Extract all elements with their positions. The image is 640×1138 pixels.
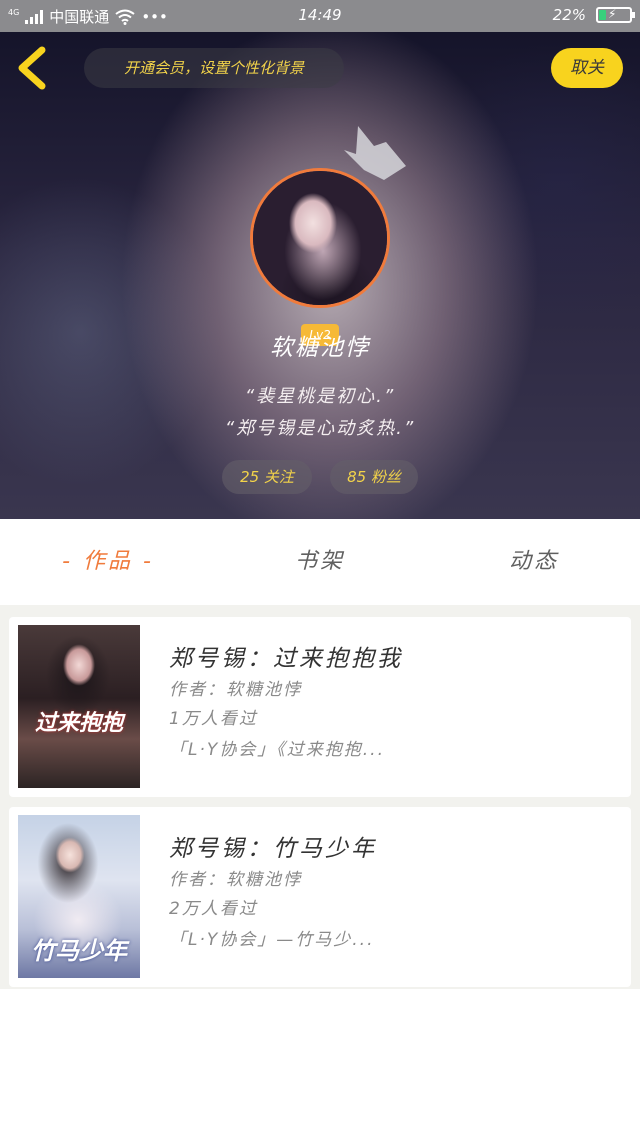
book-views: 2万人看过 bbox=[169, 899, 258, 919]
battery-percent: 22% bbox=[552, 6, 586, 24]
book-list: 过来抱抱 郑号锡：过来抱抱我 作者：软糖池悖 1万人看过 「L·Y协会」《过来抱… bbox=[0, 605, 640, 989]
status-bar: 4G 中国联通 ••• 14:49 22% ⚡ bbox=[0, 0, 640, 32]
clock: 14:49 bbox=[298, 6, 342, 24]
book-description: 「L·Y协会」—竹马少... bbox=[169, 930, 375, 950]
battery-icon: ⚡ bbox=[596, 7, 635, 23]
avatar-frame[interactable] bbox=[250, 168, 390, 308]
cover-title-art: 竹马少年 bbox=[31, 937, 127, 965]
bio-line-1: “裴星桃是初心.” bbox=[244, 386, 396, 407]
tab-bar: - 作品 - 书架 动态 bbox=[0, 519, 640, 605]
unfollow-button[interactable]: 取关 bbox=[551, 48, 623, 88]
crown-icon bbox=[344, 126, 406, 180]
back-button[interactable] bbox=[14, 46, 54, 90]
book-cover: 竹马少年 bbox=[18, 815, 140, 978]
tab-works[interactable]: - 作品 - bbox=[40, 545, 176, 579]
book-views: 1万人看过 bbox=[169, 709, 258, 729]
book-author: 作者：软糖池悖 bbox=[169, 680, 302, 700]
profile-header: 开通会员，设置个性化背景 取关 Lv2 软糖池悖 “裴星桃是初心.” “郑号锡是… bbox=[0, 32, 640, 519]
bio-line-2: “郑号锡是心动炙热.” bbox=[224, 418, 416, 439]
cover-title-art: 过来抱抱 bbox=[34, 711, 123, 736]
avatar bbox=[253, 171, 387, 305]
book-title: 郑号锡：竹马少年 bbox=[169, 836, 377, 862]
vip-banner[interactable]: 开通会员，设置个性化背景 bbox=[84, 48, 344, 88]
book-author: 作者：软糖池悖 bbox=[169, 870, 302, 890]
status-right: 22% ⚡ bbox=[552, 6, 635, 24]
book-description: 「L·Y协会」《过来抱抱... bbox=[169, 740, 385, 760]
book-title: 郑号锡：过来抱抱我 bbox=[169, 646, 403, 672]
username: 软糖池悖 bbox=[270, 335, 370, 361]
following-count-button[interactable]: 25 关注 bbox=[222, 460, 312, 494]
tab-bookshelf[interactable]: 书架 bbox=[250, 545, 390, 579]
tab-feed[interactable]: 动态 bbox=[464, 545, 604, 579]
charging-icon: ⚡ bbox=[608, 7, 617, 21]
battery-fill bbox=[599, 10, 607, 20]
book-cover: 过来抱抱 bbox=[18, 625, 140, 788]
book-card[interactable]: 竹马少年 郑号锡：竹马少年 作者：软糖池悖 2万人看过 「L·Y协会」—竹马少.… bbox=[9, 807, 631, 987]
book-card[interactable]: 过来抱抱 郑号锡：过来抱抱我 作者：软糖池悖 1万人看过 「L·Y协会」《过来抱… bbox=[9, 617, 631, 797]
fans-count-button[interactable]: 85 粉丝 bbox=[330, 460, 418, 494]
